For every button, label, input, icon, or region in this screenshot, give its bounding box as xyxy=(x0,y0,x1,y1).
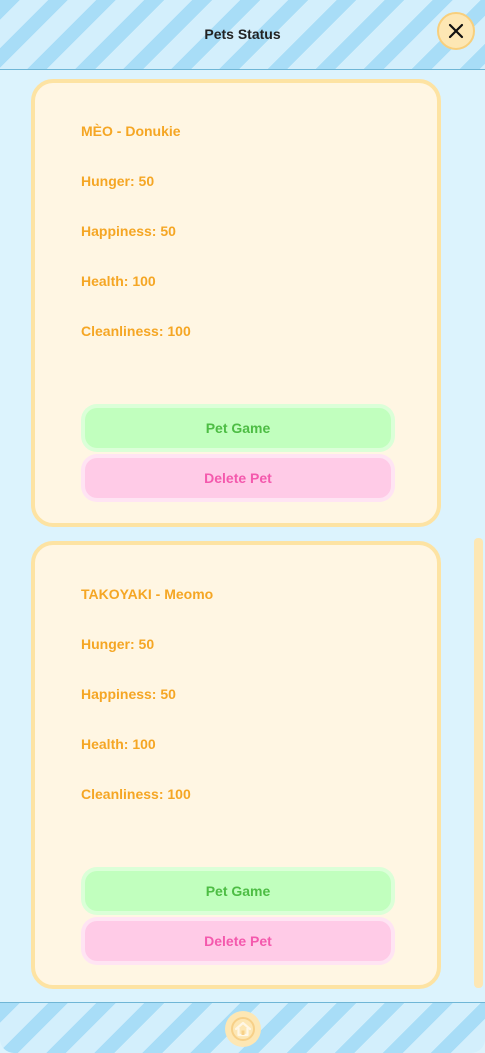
pets-status-window: Pets Status MÈO - Donukie Hunger: 50 Hap… xyxy=(0,0,485,1053)
cleanliness-stat: Cleanliness: 100 xyxy=(81,786,191,802)
footer-bar xyxy=(0,1002,485,1053)
pet-card: TAKOYAKI - Meomo Hunger: 50 Happiness: 5… xyxy=(31,541,441,989)
pet-card: MÈO - Donukie Hunger: 50 Happiness: 50 H… xyxy=(31,79,441,527)
scrollbar-thumb[interactable] xyxy=(474,538,483,988)
pet-title: MÈO - Donukie xyxy=(81,123,181,139)
pet-title: TAKOYAKI - Meomo xyxy=(81,586,214,602)
close-button[interactable] xyxy=(437,12,475,50)
pet-game-button-frame: Pet Game xyxy=(81,867,395,915)
health-stat: Health: 100 xyxy=(81,736,156,752)
home-button[interactable] xyxy=(225,1011,261,1047)
delete-pet-button-frame: Delete Pet xyxy=(81,917,395,965)
hunger-stat: Hunger: 50 xyxy=(81,173,155,189)
hunger-stat: Hunger: 50 xyxy=(81,636,155,652)
pet-game-button-frame: Pet Game xyxy=(81,404,395,452)
happiness-stat: Happiness: 50 xyxy=(81,686,176,702)
pets-list[interactable]: MÈO - Donukie Hunger: 50 Happiness: 50 H… xyxy=(0,70,485,1002)
home-icon xyxy=(231,1017,255,1041)
pet-game-button[interactable]: Pet Game xyxy=(85,408,391,448)
delete-pet-button[interactable]: Delete Pet xyxy=(85,921,391,961)
happiness-stat: Happiness: 50 xyxy=(81,223,176,239)
cleanliness-stat: Cleanliness: 100 xyxy=(81,323,191,339)
header-bar: Pets Status xyxy=(0,0,485,70)
delete-pet-button-frame: Delete Pet xyxy=(81,454,395,502)
close-icon xyxy=(448,23,464,39)
pet-game-button[interactable]: Pet Game xyxy=(85,871,391,911)
delete-pet-button[interactable]: Delete Pet xyxy=(85,458,391,498)
page-title: Pets Status xyxy=(204,26,281,42)
health-stat: Health: 100 xyxy=(81,273,156,289)
